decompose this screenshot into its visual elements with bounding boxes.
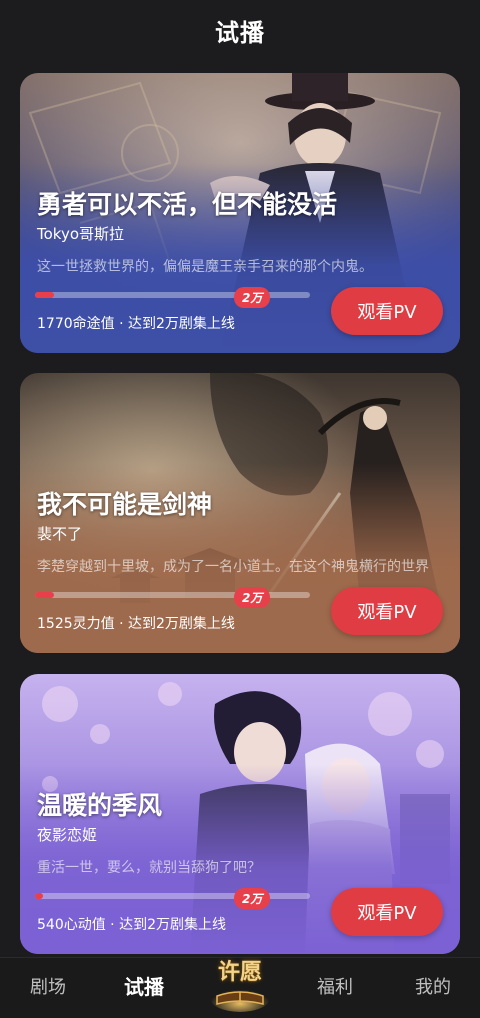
progress-fill: [35, 592, 55, 598]
goal-badge: 2万: [234, 888, 271, 909]
nav-wish[interactable]: 许愿: [203, 948, 277, 1014]
drama-title: 温暖的季风: [37, 791, 163, 820]
top-bar: 试播: [0, 0, 480, 60]
drama-author[interactable]: 夜影恋姬: [37, 824, 97, 845]
drama-title: 我不可能是剑神: [37, 490, 213, 519]
nav-welfare[interactable]: 福利: [305, 958, 365, 1013]
nav-wish-label: 许愿: [217, 959, 262, 985]
drama-card[interactable]: 勇者可以不活，但不能没活 Tokyo哥斯拉 这一世拯救世界的，偏偏是魔王亲手召来…: [20, 73, 460, 353]
drama-card[interactable]: 温暖的季风 夜影恋姬 重活一世，要么，就别当舔狗了吧？ 2万 540心动值 · …: [20, 674, 460, 954]
nav-theater[interactable]: 剧场: [20, 958, 76, 1013]
drama-description: 重活一世，要么，就别当舔狗了吧？: [37, 860, 261, 876]
progress-stat: 1525灵力值 · 达到2万剧集上线: [37, 616, 235, 632]
nav-mine[interactable]: 我的: [403, 958, 463, 1013]
nav-trial[interactable]: 试播: [112, 958, 176, 1013]
watch-pv-button[interactable]: 观看PV: [331, 287, 443, 335]
progress-stat: 540心动值 · 达到2万剧集上线: [37, 917, 226, 933]
progress-fill: [35, 893, 44, 899]
drama-description: 李楚穿越到十里坡，成为了一名小道士。在这个神鬼横行的世界: [37, 559, 429, 575]
progress-stat: 1770命途值 · 达到2万剧集上线: [37, 316, 235, 332]
drama-description: 这一世拯救世界的，偏偏是魔王亲手召来的那个内鬼。: [37, 259, 373, 275]
drama-card[interactable]: 我不可能是剑神 裴不了 李楚穿越到十里坡，成为了一名小道士。在这个神鬼横行的世界…: [20, 373, 460, 653]
goal-badge: 2万: [234, 587, 271, 608]
bottom-nav: 剧场 试播 许愿 福利 我的: [0, 957, 480, 1018]
watch-pv-button[interactable]: 观看PV: [331, 888, 443, 936]
drama-title: 勇者可以不活，但不能没活: [37, 190, 338, 219]
drama-author[interactable]: 裴不了: [37, 523, 82, 544]
progress-fill: [35, 292, 55, 298]
goal-badge: 2万: [234, 287, 271, 308]
watch-pv-button[interactable]: 观看PV: [331, 587, 443, 635]
page-title: 试播: [215, 18, 265, 47]
drama-author[interactable]: Tokyo哥斯拉: [37, 223, 124, 244]
